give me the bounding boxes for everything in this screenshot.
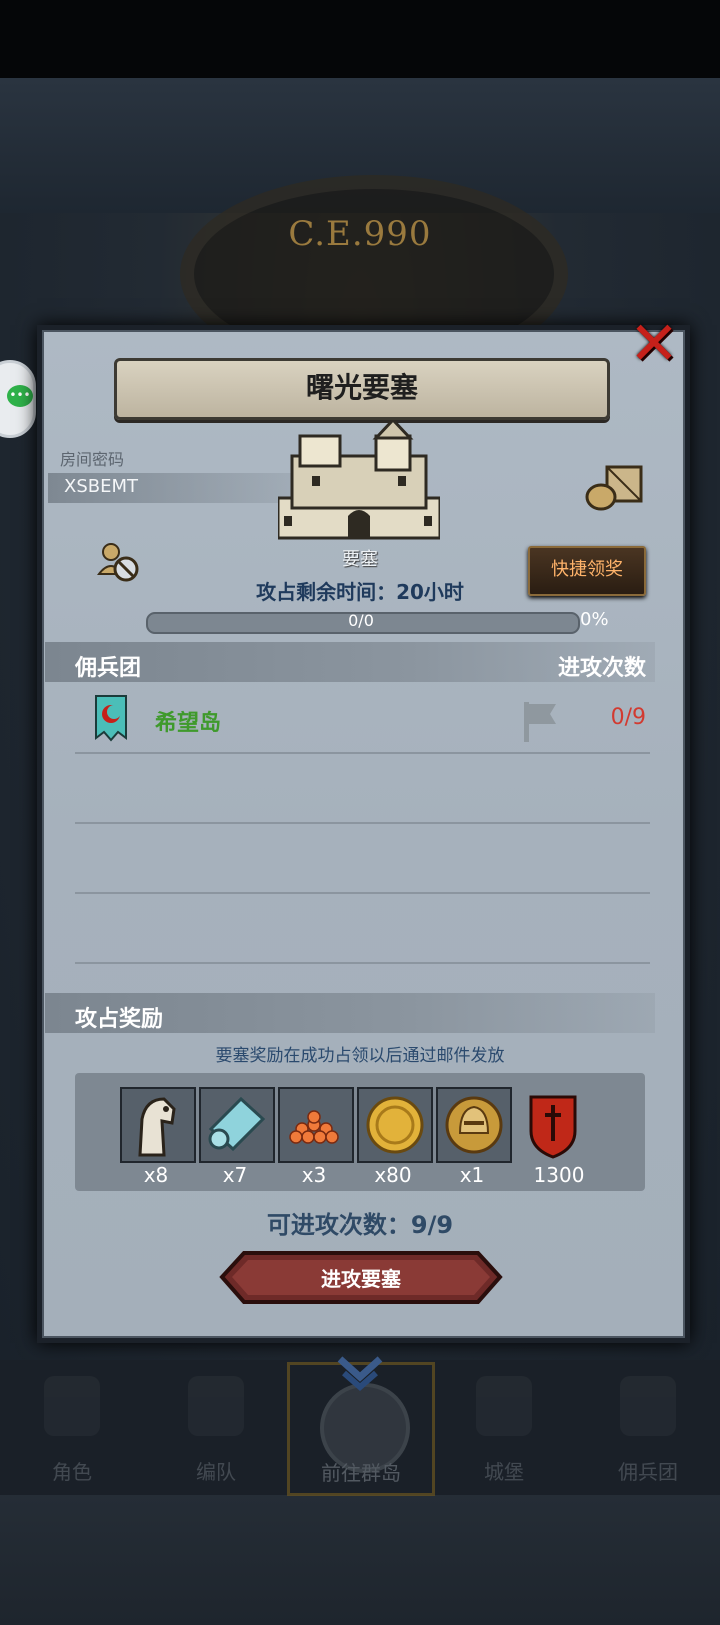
room-password-label: 房间密码 <box>60 450 125 469</box>
mercenary-attack-count: 0/9 <box>610 705 646 730</box>
reward-quantity: x7 <box>222 1163 248 1187</box>
reward-item[interactable] <box>120 1087 196 1163</box>
reward-item[interactable] <box>278 1087 354 1163</box>
nav-label: 角色 <box>52 1460 92 1484</box>
reward-item[interactable] <box>515 1087 591 1163</box>
nav-item-mercenary[interactable]: 佣兵团 <box>578 1368 718 1486</box>
roe-icon <box>289 1110 339 1144</box>
row-divider <box>75 752 650 754</box>
progress-text: 0/0 <box>348 611 374 630</box>
nav-item-character[interactable]: 角色 <box>2 1368 142 1486</box>
horse-icon <box>138 1097 176 1157</box>
reward-quantity: x8 <box>143 1163 169 1187</box>
mercenary-header: 佣兵团 <box>75 656 142 681</box>
nav-label: 佣兵团 <box>618 1460 678 1484</box>
reward-quantity: 1300 <box>533 1163 585 1187</box>
chat-icon: ••• <box>7 385 33 407</box>
attempts-left: 可进攻次数：9/9 <box>266 1211 454 1239</box>
nav-label: 城堡 <box>484 1460 524 1484</box>
chevron-down-icon <box>337 1356 383 1391</box>
mercenary-icon <box>620 1376 676 1436</box>
status-bar <box>0 0 720 78</box>
helmet-coin-icon <box>445 1096 503 1154</box>
time-left: 攻占剩余时间：20小时 <box>256 580 464 604</box>
reward-item[interactable] <box>199 1087 275 1163</box>
progress-percent: 0% <box>580 609 609 630</box>
nav-item-formation[interactable]: 编队 <box>146 1368 286 1486</box>
nav-label: 编队 <box>196 1460 236 1484</box>
nav-item-castle[interactable]: 城堡 <box>434 1368 574 1486</box>
fortress-castle-icon[interactable] <box>278 420 440 540</box>
resource-bag-icon[interactable] <box>585 463 643 511</box>
guild-banner-icon <box>95 695 127 742</box>
cloth-icon <box>208 1096 266 1152</box>
row-divider <box>75 962 650 964</box>
mercenary-name[interactable]: 希望岛 <box>155 705 221 737</box>
reward-quantity: x1 <box>459 1163 485 1187</box>
reward-quantity: x80 <box>374 1163 412 1187</box>
row-divider <box>75 892 650 894</box>
dialog-title: 曙光要塞 <box>305 371 418 404</box>
nav-label: 前往群岛 <box>321 1461 401 1485</box>
reward-item[interactable] <box>357 1087 433 1163</box>
reward-item[interactable] <box>436 1087 512 1163</box>
reward-header: 攻占奖励 <box>75 1007 164 1032</box>
honor-shield-icon <box>529 1095 577 1159</box>
bottom-background <box>0 1495 720 1625</box>
attack-count-header: 进攻次数 <box>557 656 646 681</box>
row-divider <box>75 822 650 824</box>
gold-coin-icon <box>366 1096 424 1154</box>
room-password-value: XSBEMT <box>64 476 139 497</box>
close-icon: ✕ <box>628 309 680 379</box>
castle-icon <box>476 1376 532 1436</box>
chat-button[interactable]: ••• <box>0 360 36 438</box>
close-button[interactable]: ✕ <box>624 314 684 376</box>
attack-fortress-label: 进攻要塞 <box>321 1267 401 1291</box>
flag-icon <box>524 702 556 742</box>
character-icon <box>44 1376 100 1436</box>
formation-icon <box>188 1376 244 1436</box>
fortress-label: 要塞 <box>342 549 378 570</box>
reward-note: 要塞奖励在成功占领以后通过邮件发放 <box>215 1046 505 1066</box>
reward-quantity: x3 <box>301 1163 327 1187</box>
era-label: C.E.990 <box>288 214 432 254</box>
no-user-icon[interactable] <box>97 540 141 584</box>
